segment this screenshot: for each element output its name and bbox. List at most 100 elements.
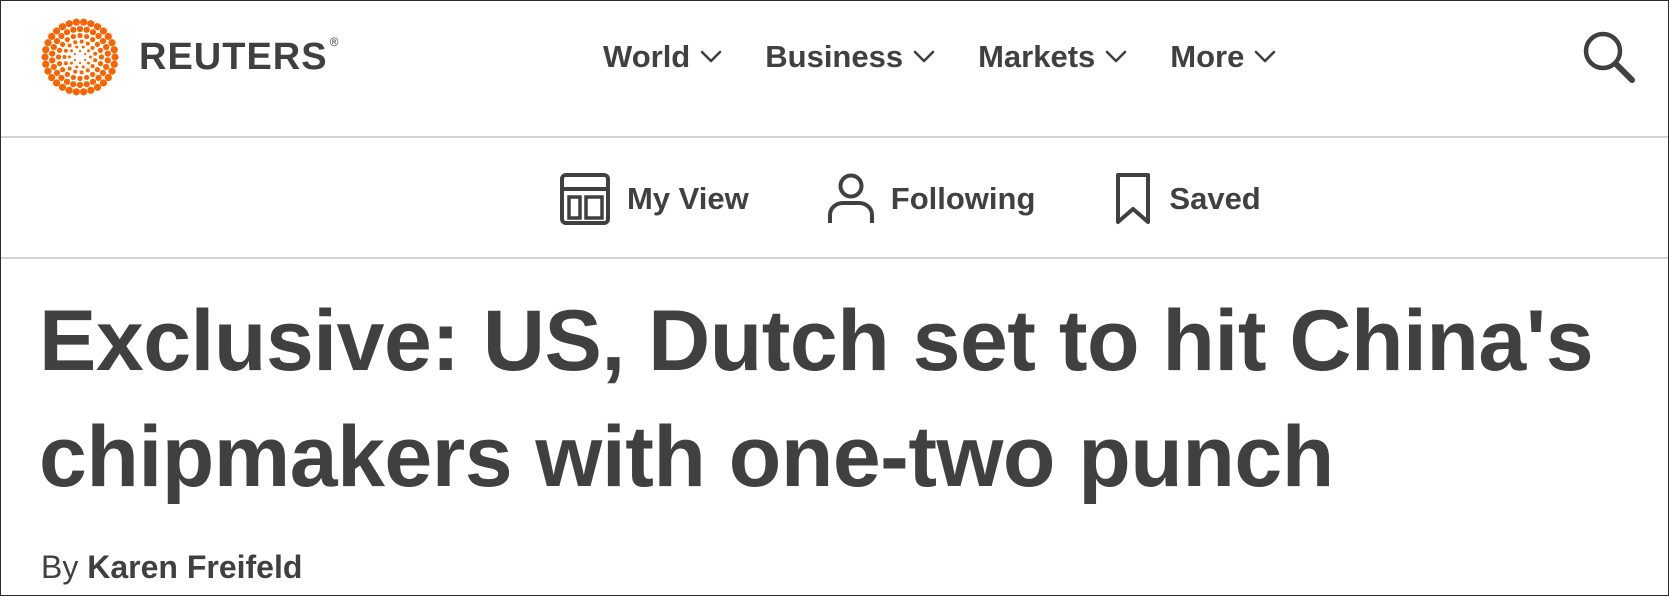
logo-dot xyxy=(76,81,84,89)
nav-item-world[interactable]: World xyxy=(603,37,722,77)
logo-dot xyxy=(108,67,116,75)
logo-dot xyxy=(93,23,102,31)
reuters-logo[interactable]: REUTERS ® xyxy=(39,17,339,97)
nav-item-more[interactable]: More xyxy=(1170,37,1276,77)
logo-dot xyxy=(73,40,78,45)
logo-dot xyxy=(72,88,80,96)
logo-dot xyxy=(89,29,97,36)
nav-item-label: Markets xyxy=(978,39,1096,74)
logo-dot xyxy=(77,75,83,82)
logo-dot xyxy=(67,43,72,48)
search-button[interactable] xyxy=(1581,29,1637,85)
logo-dot xyxy=(49,50,56,57)
search-icon xyxy=(1583,31,1635,83)
logo-dot xyxy=(94,41,100,47)
bookmark-icon xyxy=(1116,173,1151,224)
logo-dot xyxy=(95,32,102,40)
logo-dot xyxy=(48,73,56,82)
registered-mark: ® xyxy=(329,35,340,49)
logo-dot xyxy=(97,47,104,53)
logo-dot xyxy=(58,32,65,40)
logo-dot xyxy=(68,55,71,59)
logo-dot xyxy=(56,61,63,67)
logo-dot xyxy=(93,51,98,56)
logo-dot xyxy=(52,79,61,87)
logo-dot xyxy=(73,52,76,56)
logo-dot xyxy=(70,81,77,88)
logo-dot xyxy=(65,86,73,94)
logo-dot xyxy=(85,41,90,46)
nav-item-markets[interactable]: Markets xyxy=(978,37,1127,77)
logo-dot xyxy=(104,32,112,41)
author-link[interactable]: Karen Freifeld xyxy=(87,549,302,585)
logo-dot xyxy=(86,49,90,53)
logo-dot xyxy=(63,29,71,36)
logo-dot xyxy=(90,45,95,50)
logo-dot xyxy=(90,71,96,77)
my-view-label: My View xyxy=(627,181,749,216)
logo-dot xyxy=(99,27,108,35)
logo-dot xyxy=(103,43,110,51)
logo-dot xyxy=(63,48,68,53)
logo-dot xyxy=(58,23,67,31)
logo-dot xyxy=(89,55,92,59)
logo-dot xyxy=(76,25,84,33)
logo-dot xyxy=(53,69,61,77)
saved-label: Saved xyxy=(1169,181,1261,216)
following-link[interactable]: Following xyxy=(827,172,1035,226)
logo-dot xyxy=(97,61,104,67)
logo-dot xyxy=(99,69,107,77)
logo-dot xyxy=(49,57,56,64)
logo-dot xyxy=(50,43,57,51)
nav-item-label: Business xyxy=(765,39,904,74)
logo-dot xyxy=(84,58,87,62)
top-header: REUTERS ® World Business Markets More xyxy=(1,1,1668,138)
logo-dot xyxy=(95,74,102,82)
logo-dot xyxy=(53,37,61,45)
chevron-down-icon xyxy=(1105,50,1127,63)
logo-dot xyxy=(99,79,108,87)
logo-dot xyxy=(104,57,111,64)
logo-dot xyxy=(67,66,72,71)
logo-dot xyxy=(108,39,116,47)
logo-dot xyxy=(41,53,49,61)
logo-dot xyxy=(78,61,82,65)
logo-dot xyxy=(83,26,90,33)
chevron-down-icon xyxy=(1255,50,1276,63)
nav-item-label: World xyxy=(603,39,691,74)
logo-dot xyxy=(70,74,76,81)
logo-dot xyxy=(84,74,90,81)
logo-dot xyxy=(60,67,66,73)
logo-dot xyxy=(79,39,84,44)
logo-dot xyxy=(90,64,95,69)
layout-dashboard-icon xyxy=(560,173,610,225)
my-view-link[interactable]: My View xyxy=(559,172,749,226)
logo-dot xyxy=(65,20,73,28)
logo-dot xyxy=(110,46,118,54)
reuters-dots-logo-icon xyxy=(41,18,119,96)
article-headline: Exclusive: US, Dutch set to hit China's … xyxy=(39,293,1594,505)
logo-dot xyxy=(70,49,74,53)
logo-dot xyxy=(62,55,67,59)
logo-dot xyxy=(79,70,84,75)
logo-dot xyxy=(73,58,76,62)
logo-dot xyxy=(70,26,77,33)
logo-dot xyxy=(77,32,83,39)
logo-dot xyxy=(60,41,66,47)
logo-dot xyxy=(84,33,90,40)
logo-dot xyxy=(72,18,80,26)
logo-dot xyxy=(52,27,61,35)
logo-dot xyxy=(104,73,112,82)
logo-dot xyxy=(75,45,79,49)
byline-prefix: By xyxy=(41,549,79,585)
logo-dot xyxy=(63,78,71,85)
article-byline: By Karen Freifeld xyxy=(41,549,302,586)
logo-dot xyxy=(98,54,105,60)
saved-link[interactable]: Saved xyxy=(1113,172,1261,226)
logo-dot xyxy=(89,78,97,85)
logo-dot xyxy=(44,67,52,75)
logo-dot xyxy=(94,67,100,73)
logo-dot xyxy=(70,61,74,65)
nav-item-label: More xyxy=(1170,39,1245,74)
nav-item-business[interactable]: Business xyxy=(765,37,935,77)
